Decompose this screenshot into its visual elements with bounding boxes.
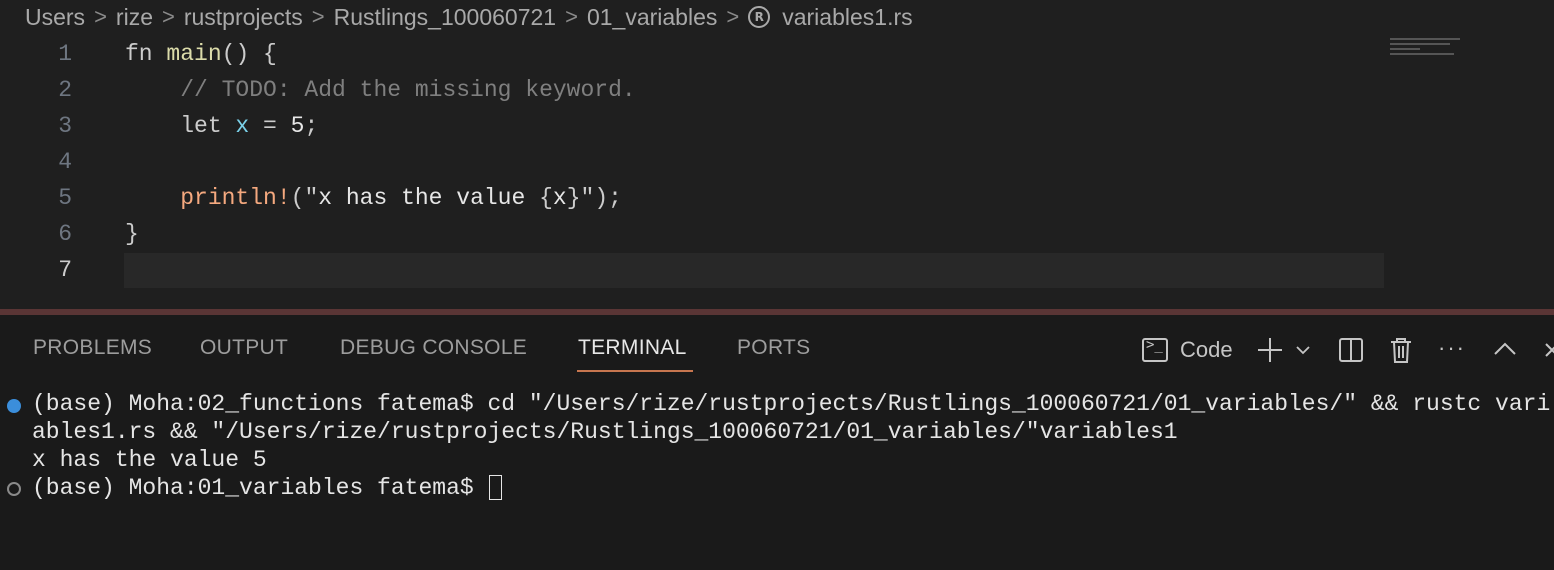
rust-file-icon: R [748, 6, 771, 28]
code-token: fn [125, 41, 167, 67]
more-actions-button[interactable]: ··· [1438, 331, 1466, 365]
code-token: { [539, 185, 553, 211]
chevron-right-icon: > [311, 4, 325, 29]
panel-tabs: PROBLEMS OUTPUT DEBUG CONSOLE TERMINAL P… [0, 315, 1554, 381]
command-success-icon [7, 399, 21, 413]
close-icon [1545, 343, 1554, 357]
chevron-down-icon [1296, 346, 1310, 355]
bottom-panel: PROBLEMS OUTPUT DEBUG CONSOLE TERMINAL P… [0, 315, 1554, 570]
line-number: 6 [58, 221, 72, 247]
terminal-prompt-line[interactable]: (base) Moha:01_variables fatema$ [32, 475, 503, 503]
line-number: 5 [58, 185, 72, 211]
minimap[interactable] [1390, 38, 1470, 60]
kill-terminal-button[interactable] [1388, 333, 1414, 367]
code-line[interactable]: 5 println!("x has the value {x}"); [0, 180, 1554, 216]
terminal-cursor [489, 475, 503, 501]
terminal-selector[interactable]: Code [1142, 333, 1233, 367]
code-line[interactable]: 7 [0, 252, 1554, 288]
chevron-up-icon [1494, 342, 1516, 355]
terminal-name: Code [1180, 337, 1233, 362]
line-number: 2 [58, 77, 72, 103]
breadcrumb: Users > rize > rustprojects > Rustlings_… [0, 0, 1554, 34]
code-token: = [249, 113, 291, 139]
code-token: // TODO: Add the missing keyword. [125, 77, 636, 103]
terminal-prompt: (base) Moha:01_variables fatema$ [32, 475, 488, 501]
code-text: fn main() { [125, 41, 277, 67]
code-token: main [166, 41, 222, 67]
code-line[interactable]: 1 fn main() { [0, 36, 1554, 72]
code-token: 5 [290, 113, 305, 139]
code-line[interactable]: 4 [0, 144, 1554, 180]
code-editor[interactable]: 1 fn main() { 2 // TODO: Add the missing k… [0, 36, 1554, 308]
trash-icon [1391, 338, 1411, 363]
code-token: (" [290, 185, 319, 211]
terminal-dropdown-button[interactable] [1294, 333, 1312, 367]
code-token: ; [304, 113, 319, 139]
code-text: // TODO: Add the missing keyword. [125, 77, 636, 103]
code-line[interactable]: 6} [0, 216, 1554, 252]
chevron-right-icon: > [161, 4, 175, 29]
code-token: x [552, 185, 567, 211]
tab-terminal[interactable]: TERMINAL [578, 336, 687, 360]
breadcrumb-rize[interactable]: rize [116, 4, 153, 31]
chevron-right-icon: > [94, 4, 107, 29]
terminal-icon [1142, 337, 1168, 362]
command-pending-icon [7, 482, 21, 496]
chevron-right-icon: > [726, 4, 740, 29]
line-number: 3 [58, 113, 72, 139]
close-panel-button[interactable] [1540, 333, 1554, 367]
active-tab-indicator [577, 370, 693, 372]
new-terminal-button[interactable] [1256, 333, 1284, 367]
code-line[interactable]: 2 // TODO: Add the missing keyword. [0, 72, 1554, 108]
code-token: x has the value [318, 185, 540, 211]
code-token: x [235, 113, 250, 139]
line-number: 1 [58, 41, 72, 67]
code-token: }"); [566, 185, 622, 211]
breadcrumb-users[interactable]: Users [25, 4, 85, 31]
tab-ports[interactable]: PORTS [737, 336, 810, 360]
maximize-panel-button[interactable] [1492, 333, 1518, 367]
terminal-line: x has the value 5 [32, 447, 267, 473]
line-number: 4 [58, 149, 72, 175]
split-icon [1339, 338, 1363, 362]
breadcrumb-01-variables[interactable]: 01_variables [587, 4, 717, 31]
code-line[interactable]: 3 let x = 5; [0, 108, 1554, 144]
line-number: 7 [58, 257, 72, 283]
breadcrumb-rustlings[interactable]: Rustlings_100060721 [334, 4, 557, 31]
plus-icon [1258, 338, 1282, 362]
terminal-line: ables1.rs && "/Users/rize/rustprojects/R… [32, 419, 1178, 445]
tab-debug-console[interactable]: DEBUG CONSOLE [340, 336, 527, 360]
split-terminal-button[interactable] [1337, 333, 1365, 367]
code-token: } [125, 221, 139, 247]
breadcrumb-file[interactable]: variables1.rs [782, 4, 912, 31]
code-token: let [125, 113, 236, 139]
code-text: println!("x has the value {x}"); [125, 185, 622, 211]
code-text: } [125, 221, 139, 247]
breadcrumb-rustprojects[interactable]: rustprojects [184, 4, 303, 31]
terminal-line: (base) Moha:02_functions fatema$ cd "/Us… [32, 391, 1551, 417]
chevron-right-icon: > [565, 4, 578, 29]
code-token: println! [125, 185, 291, 211]
tab-output[interactable]: OUTPUT [200, 336, 288, 360]
code-text: let x = 5; [125, 113, 318, 139]
tab-problems[interactable]: PROBLEMS [33, 336, 152, 360]
code-token: () { [221, 41, 277, 67]
